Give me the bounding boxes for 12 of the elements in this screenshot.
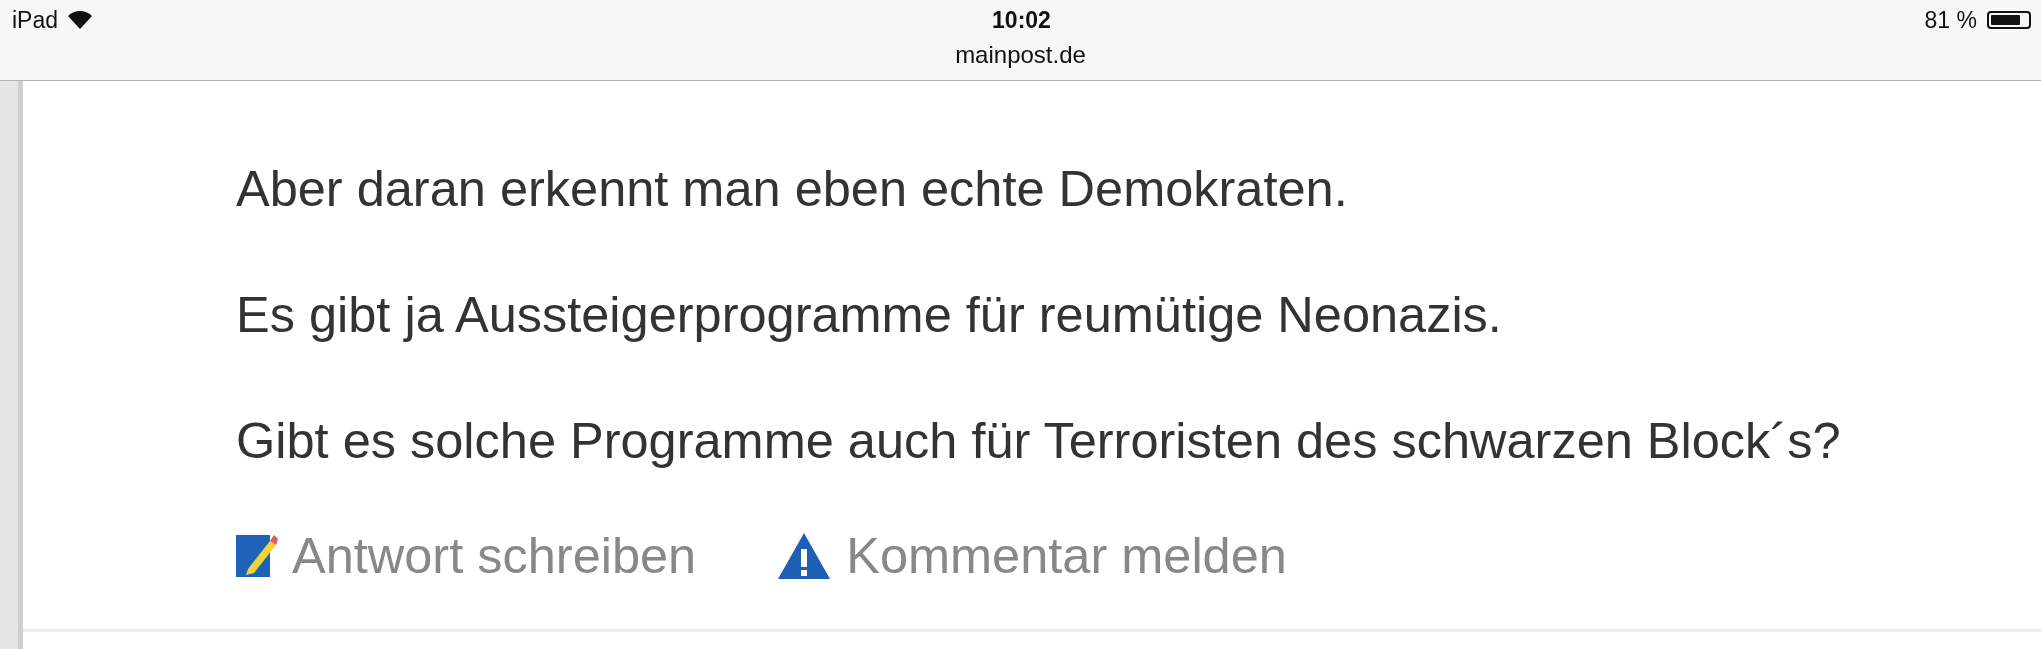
- device-name: iPad: [12, 6, 59, 34]
- battery-percent: 81 %: [1924, 6, 1977, 34]
- edit-note-icon: [236, 532, 278, 579]
- comment-paragraph: Es gibt ja Aussteigerprogramme für reumütige Neonazis.: [236, 290, 1503, 340]
- comment-paragraph: Aber daran erkennt man eben echte Demokraten.: [236, 164, 1349, 214]
- clock-time: 10:02: [992, 6, 1051, 34]
- report-link[interactable]: Kommentar melden: [776, 526, 1287, 585]
- reply-link[interactable]: Antwort schreiben: [236, 526, 697, 585]
- comment-paragraph: Gibt es solche Programme auch für Terroristen des schwarzen Block´s?: [236, 416, 1842, 466]
- battery-icon: [1987, 11, 2031, 29]
- wifi-icon: [68, 11, 93, 29]
- page-address[interactable]: mainpost.de: [0, 40, 2041, 70]
